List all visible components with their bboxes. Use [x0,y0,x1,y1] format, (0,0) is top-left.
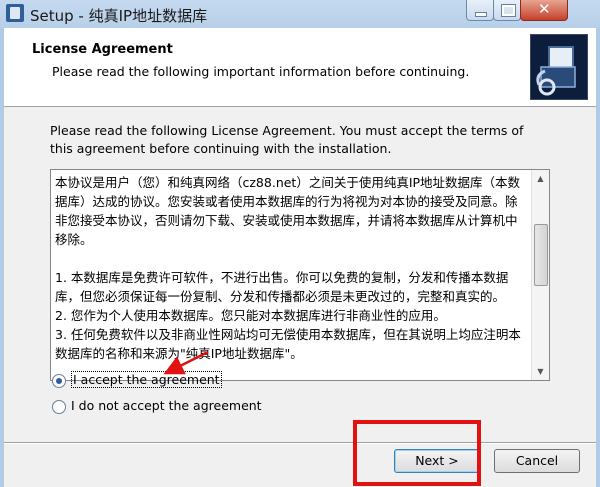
minimize-button[interactable] [466,0,494,21]
page-title: License Agreement [32,42,173,57]
wizard-header: License Agreement Please read the follow… [4,28,596,107]
scroll-thumb[interactable] [534,224,548,286]
scroll-down-arrow-icon[interactable]: ▼ [532,363,549,380]
setup-window: Setup - 纯真IP地址数据库 ✕ License Agreement Pl… [0,0,600,487]
title-bar[interactable]: Setup - 纯真IP地址数据库 ✕ [0,0,600,28]
close-button[interactable]: ✕ [520,0,568,21]
page-subtitle: Please read the following important info… [52,64,470,79]
decline-label[interactable]: I do not accept the agreement [71,398,262,413]
maximize-button[interactable] [493,0,521,21]
button-divider [4,442,596,444]
accept-label[interactable]: I accept the agreement [71,371,222,388]
license-textbox[interactable]: 本协议是用户（您）和纯真网络（cz88.net）之间关于使用纯真IP地址数据库（… [50,169,550,381]
close-icon: ✕ [538,0,551,18]
wizard-image-icon [530,34,588,100]
intro-text: Please read the following License Agreem… [50,123,524,156]
accept-radio-option[interactable]: I accept the agreement [52,371,222,388]
decline-radio[interactable] [52,399,66,414]
wizard-client-area: License Agreement Please read the follow… [4,28,596,487]
cancel-button[interactable]: Cancel [494,449,580,473]
window-title: Setup - 纯真IP地址数据库 [30,7,208,25]
setup-app-icon [6,4,24,22]
scroll-up-arrow-icon[interactable]: ▲ [532,170,549,187]
decline-radio-option[interactable]: I do not accept the agreement [52,398,262,414]
highlight-box-annotation [353,420,481,486]
license-scrollbar[interactable]: ▲ ▼ [531,170,549,380]
license-text: 本协议是用户（您）和纯真网络（cz88.net）之间关于使用纯真IP地址数据库（… [55,175,521,361]
accept-radio[interactable] [52,373,66,388]
